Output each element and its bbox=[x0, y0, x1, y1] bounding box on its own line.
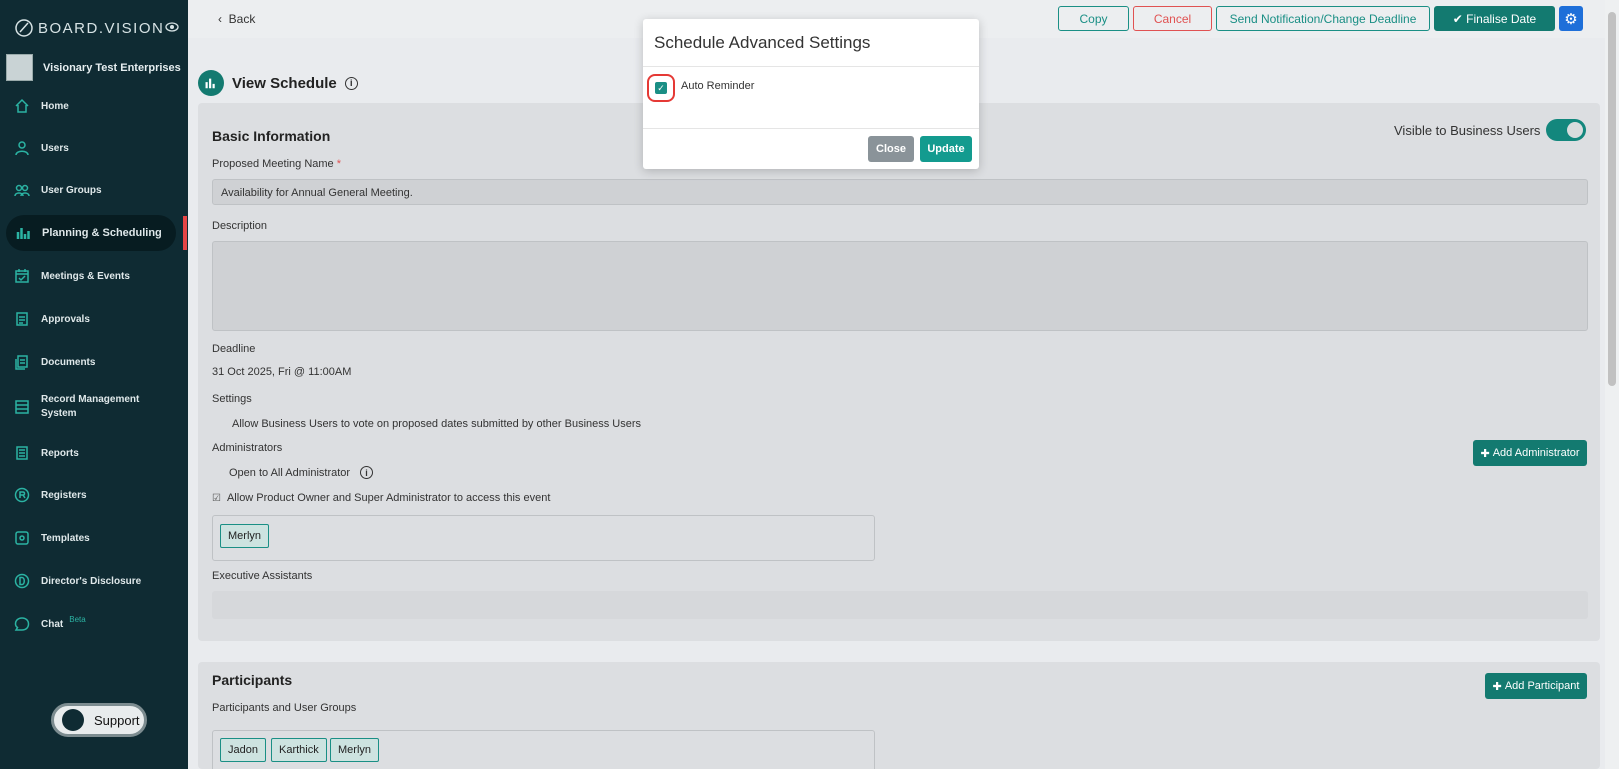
auto-reminder-checkbox[interactable]: ✓ bbox=[655, 82, 667, 94]
divider bbox=[643, 66, 979, 67]
advanced-settings-modal: Schedule Advanced Settings ✓ Auto Remind… bbox=[643, 19, 979, 169]
close-button[interactable]: Close bbox=[868, 136, 914, 162]
divider bbox=[643, 128, 979, 129]
update-button[interactable]: Update bbox=[920, 136, 972, 162]
auto-reminder-label[interactable]: Auto Reminder bbox=[681, 80, 754, 92]
auto-reminder-highlight: ✓ bbox=[647, 74, 675, 102]
modal-title: Schedule Advanced Settings bbox=[654, 33, 871, 52]
